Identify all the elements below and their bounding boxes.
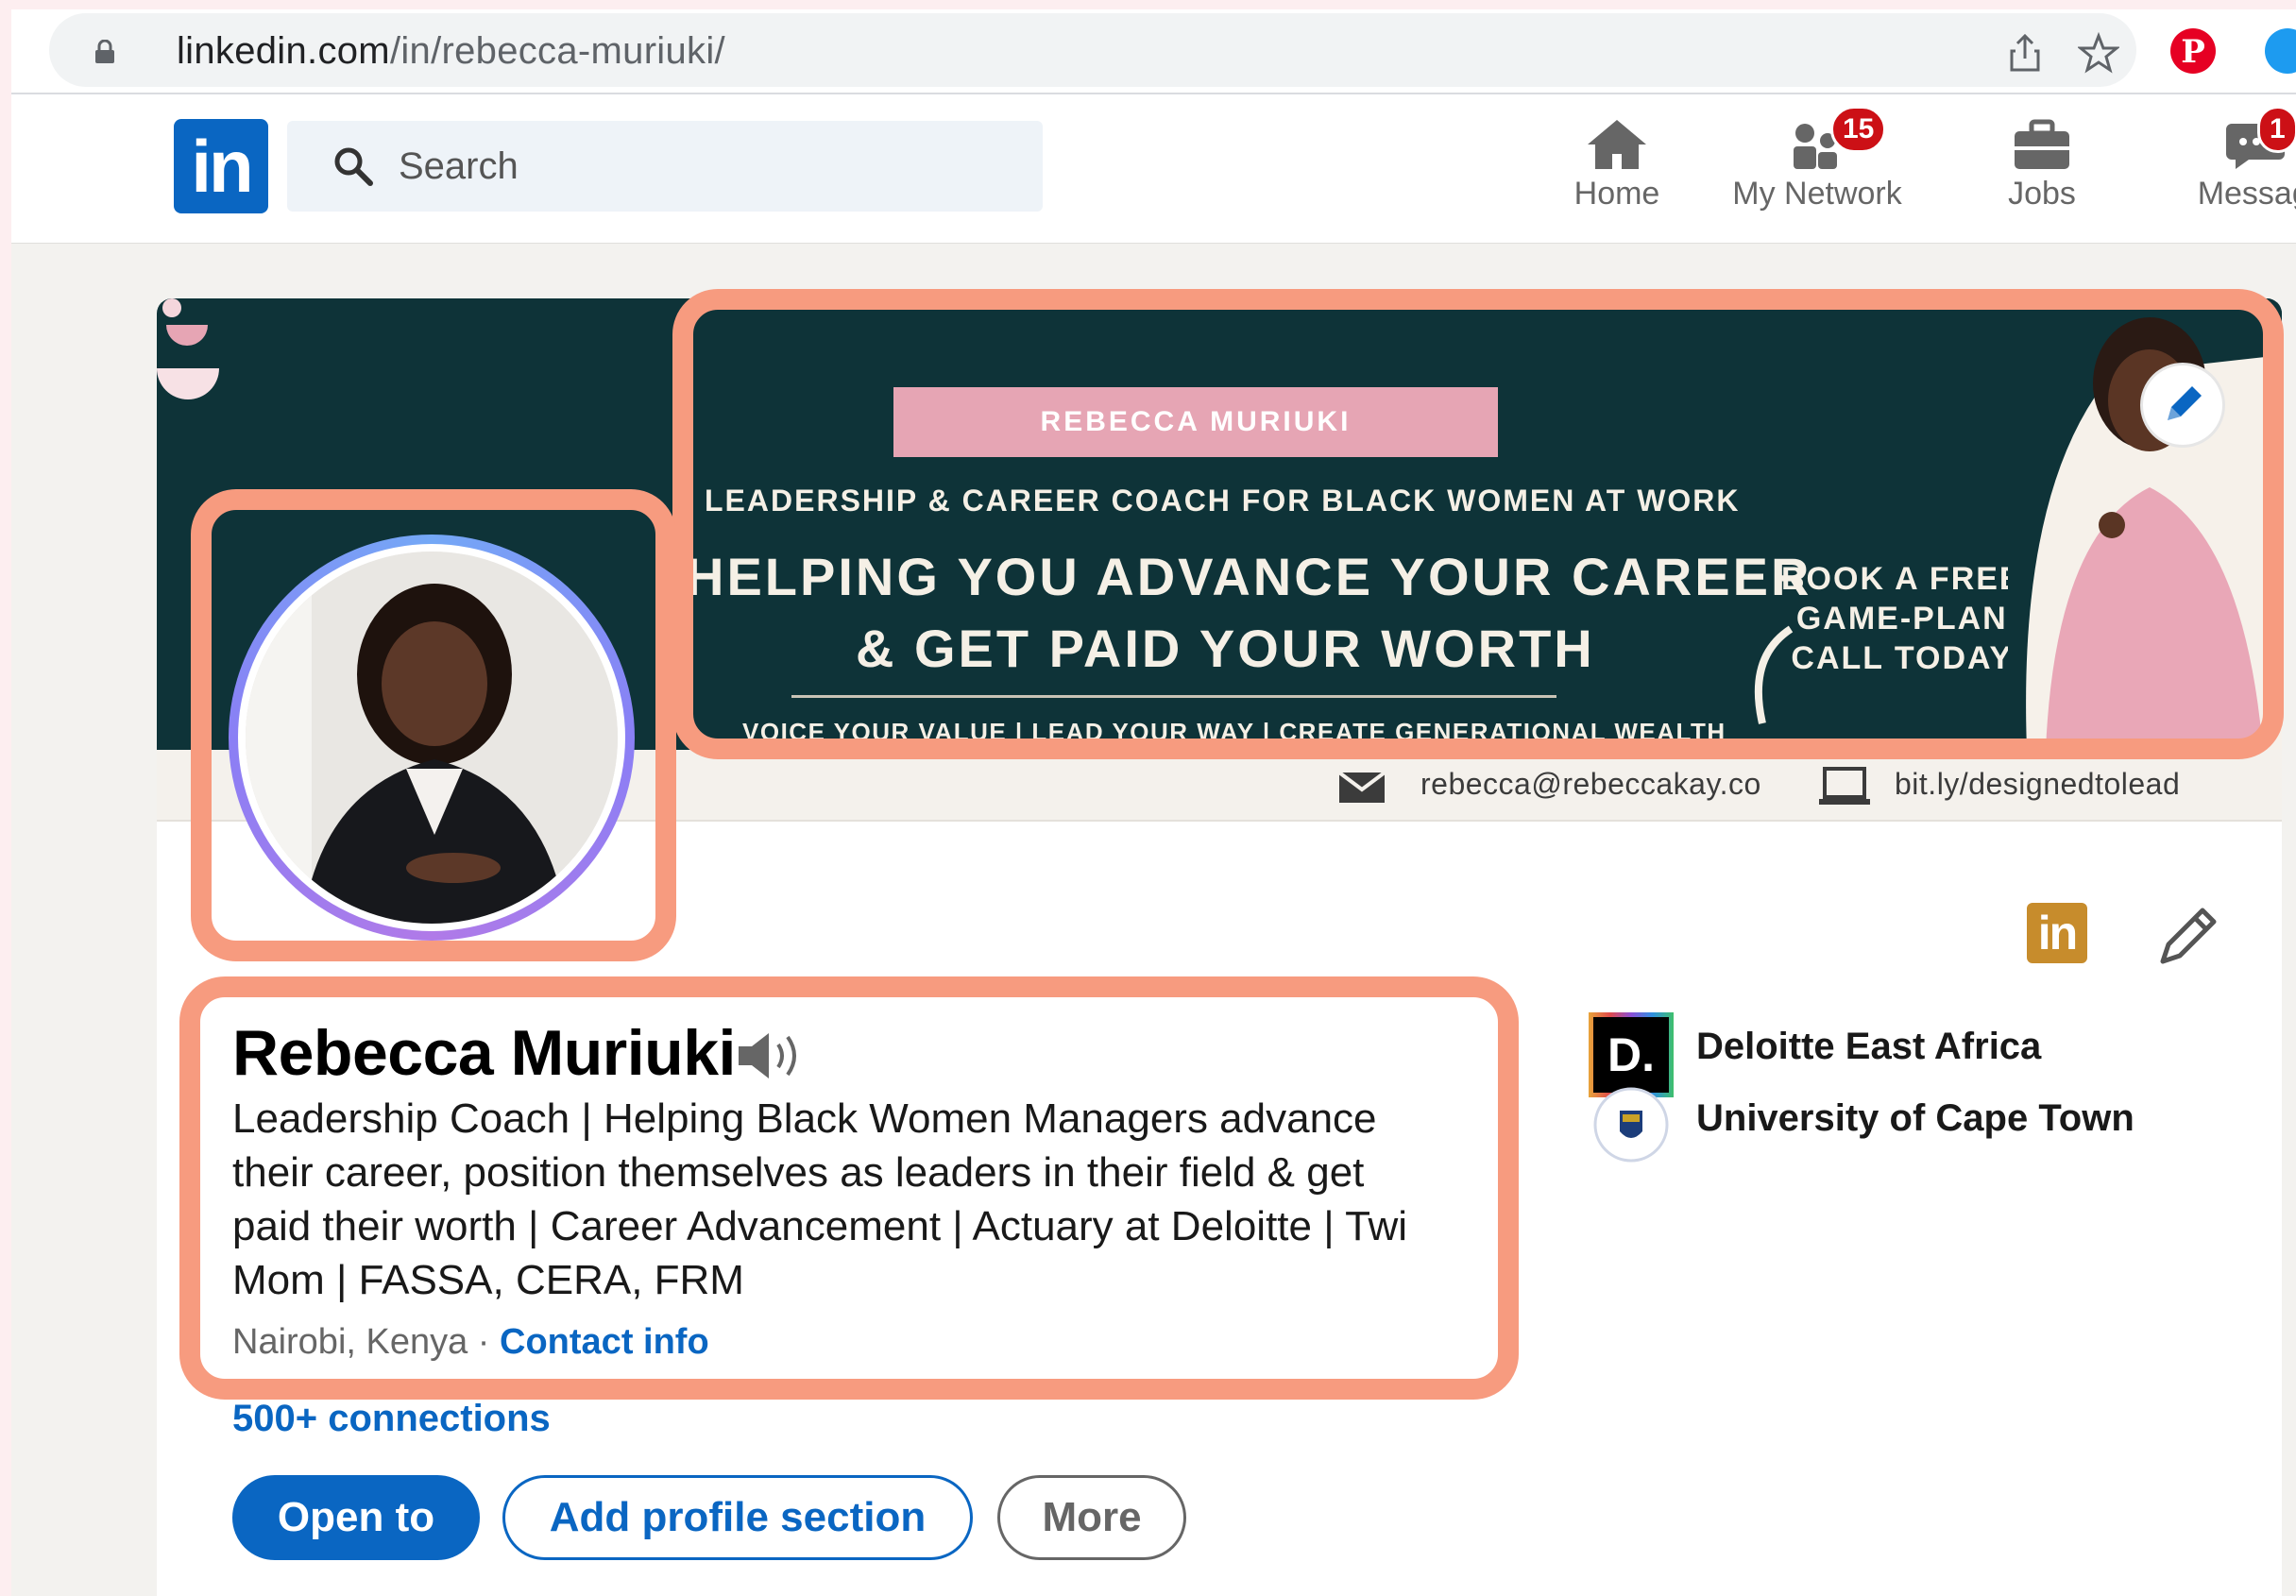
url-text: linkedin.com/in/rebecca-muriuki/ bbox=[177, 30, 725, 72]
name-pronunciation-icon[interactable] bbox=[735, 1027, 807, 1084]
search-box[interactable] bbox=[287, 121, 1043, 212]
laptop-icon bbox=[1819, 767, 1870, 805]
banner-subtitle: LEADERSHIP & CAREER COACH FOR BLACK WOME… bbox=[705, 484, 1741, 518]
banner-divider bbox=[791, 695, 1556, 698]
extension-icon[interactable] bbox=[2265, 28, 2296, 74]
banner-headline-1: HELPING YOU ADVANCE YOUR CAREER bbox=[686, 547, 1812, 606]
pencil-icon bbox=[2168, 386, 2202, 420]
pinterest-icon[interactable]: P bbox=[2170, 28, 2216, 74]
profile-photo[interactable] bbox=[246, 552, 618, 924]
banner-email: rebecca@rebeccakay.co bbox=[1420, 767, 1761, 801]
uct-crest-icon[interactable] bbox=[1589, 1082, 1674, 1167]
profile-headline: Leadership Coach | Helping Black Women M… bbox=[232, 1095, 1408, 1303]
nav-jobs-label: Jobs bbox=[2008, 176, 2076, 212]
browser-toolbar: linkedin.com/in/rebecca-muriuki/ P bbox=[11, 9, 2296, 93]
mail-icon bbox=[1337, 771, 1386, 803]
org-deloitte[interactable]: Deloitte East Africa bbox=[1696, 1026, 2041, 1068]
share-icon[interactable] bbox=[2004, 32, 2046, 74]
profile-photo-frame[interactable] bbox=[229, 535, 635, 941]
lock-icon bbox=[95, 40, 114, 63]
contact-info-link[interactable]: Contact info bbox=[500, 1322, 709, 1362]
banner-link: bit.ly/designedtolead bbox=[1895, 767, 2181, 801]
edit-intro-pencil-icon[interactable] bbox=[2150, 899, 2225, 975]
banner-tagline: VOICE YOUR VALUE | LEAD YOUR WAY | CREAT… bbox=[742, 718, 1726, 746]
profile-card: REBECCA MURIUKI LEADERSHIP & CAREER COAC… bbox=[157, 298, 2282, 1596]
linkedin-logo[interactable]: in bbox=[174, 119, 268, 213]
nav-my-network[interactable]: 15 My Network bbox=[1713, 106, 1921, 227]
banner-cta: BOOK A FREE GAME-PLAN CALL TODAY bbox=[1781, 561, 2023, 676]
network-badge: 15 bbox=[1830, 106, 1887, 153]
nav-home-label: Home bbox=[1573, 176, 1660, 212]
connections-link[interactable]: 500+ connections bbox=[232, 1398, 551, 1440]
decor-arc bbox=[1754, 625, 1794, 724]
address-bar[interactable]: linkedin.com/in/rebecca-muriuki/ bbox=[49, 13, 2136, 87]
add-profile-section-button[interactable]: Add profile section bbox=[502, 1475, 973, 1560]
nav-jobs[interactable]: Jobs bbox=[1976, 113, 2108, 227]
nav-network-label: My Network bbox=[1732, 176, 1902, 212]
profile-location: Nairobi, Kenya bbox=[232, 1322, 468, 1362]
banner-name: REBECCA MURIUKI bbox=[893, 387, 1498, 457]
linkedin-nav: in Home 15 My Network bbox=[11, 93, 2296, 244]
messaging-badge: 1 bbox=[2257, 106, 2296, 153]
search-icon bbox=[334, 147, 373, 186]
location-separator: · bbox=[468, 1322, 501, 1362]
briefcase-icon bbox=[2015, 119, 2069, 169]
nav-messaging-label: Messagi bbox=[2197, 176, 2296, 212]
decor-shape bbox=[157, 298, 219, 399]
more-button[interactable]: More bbox=[997, 1475, 1186, 1560]
svg-text:P: P bbox=[2181, 33, 2205, 71]
linkedin-premium-icon[interactable]: in bbox=[2027, 903, 2087, 963]
app-frame: linkedin.com/in/rebecca-muriuki/ P in Se… bbox=[11, 9, 2296, 1596]
edit-cover-button[interactable] bbox=[2140, 363, 2225, 448]
nav-home[interactable]: Home bbox=[1541, 113, 1692, 227]
profile-name: Rebecca Muriuki bbox=[232, 1017, 736, 1089]
star-icon[interactable] bbox=[2078, 32, 2119, 74]
banner-headline-2: & GET PAID YOUR WORTH bbox=[856, 619, 1595, 678]
search-input[interactable] bbox=[399, 144, 965, 189]
org-uct[interactable]: University of Cape Town bbox=[1696, 1097, 2134, 1140]
open-to-button[interactable]: Open to bbox=[232, 1475, 480, 1560]
profile-location-line: Nairobi, Kenya · Contact info bbox=[232, 1322, 709, 1363]
nav-messaging[interactable]: 1 Messagi bbox=[2163, 106, 2296, 227]
deloitte-logo-text: D. bbox=[1593, 1017, 1669, 1093]
home-icon bbox=[1588, 120, 1646, 169]
